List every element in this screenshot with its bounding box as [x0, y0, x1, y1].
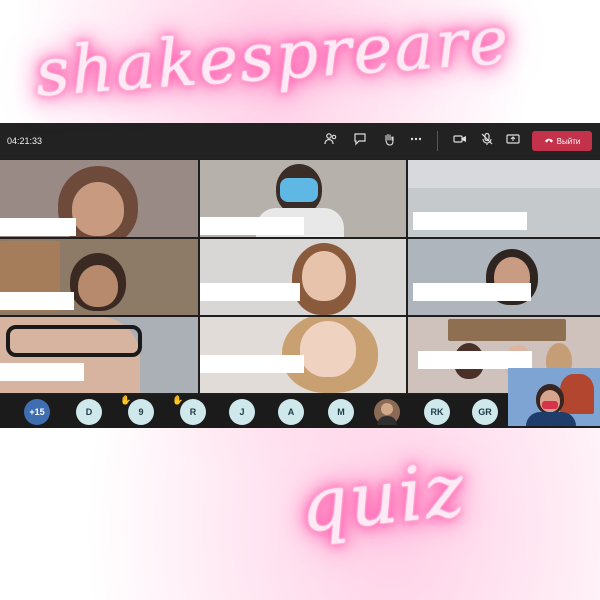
more-participants-button[interactable]: +15	[24, 399, 50, 425]
video-meeting-window: 04:21:33 Выйти +15 D ✋ 9 ✋ R J A M RK GR	[0, 123, 600, 428]
video-tile	[408, 160, 600, 237]
participant-photo-avatar[interactable]	[374, 399, 400, 425]
participant-avatar[interactable]: D	[76, 399, 102, 425]
overlay-subtitle: quiz	[295, 446, 470, 550]
avatar-photo-icon	[377, 403, 397, 425]
video-tile	[200, 160, 406, 237]
toolbar-divider	[437, 131, 438, 151]
participants-icon[interactable]	[323, 131, 339, 147]
name-label-redacted	[0, 292, 74, 310]
participant-face	[300, 321, 356, 377]
video-tile	[200, 239, 406, 315]
name-label-redacted	[418, 351, 532, 369]
video-tile	[408, 239, 600, 315]
more-icon[interactable]	[408, 131, 424, 147]
name-label-redacted	[0, 218, 76, 236]
name-label-redacted	[200, 355, 304, 373]
leave-button[interactable]: Выйти	[532, 131, 592, 151]
participant-avatar[interactable]: M	[328, 399, 354, 425]
face-mask	[280, 178, 318, 202]
mic-muted-icon[interactable]	[479, 131, 495, 147]
name-label-redacted	[413, 212, 527, 230]
participant-face	[302, 251, 346, 301]
name-label-redacted	[0, 363, 84, 381]
name-label-redacted	[413, 283, 531, 301]
participant-avatar[interactable]: 9	[128, 399, 154, 425]
participant-avatar[interactable]: A	[278, 399, 304, 425]
phone-hangup-icon	[544, 136, 554, 146]
video-tile	[0, 160, 198, 237]
meeting-timer: 04:21:33	[7, 136, 43, 146]
chat-icon[interactable]	[352, 131, 368, 147]
leave-label: Выйти	[556, 136, 581, 146]
name-label-redacted	[200, 217, 304, 235]
raise-hand-icon[interactable]	[381, 131, 397, 147]
participant-avatar[interactable]: RK	[424, 399, 450, 425]
wall-pictures	[448, 319, 566, 341]
background-cathedral	[560, 374, 594, 414]
face-mask	[542, 401, 558, 409]
participant-face	[72, 182, 124, 236]
participant-avatar[interactable]: R	[180, 399, 206, 425]
name-label-redacted	[200, 283, 300, 301]
participant-avatar[interactable]: J	[229, 399, 255, 425]
video-tile	[0, 239, 198, 315]
participant-face	[78, 265, 118, 307]
video-tile	[200, 317, 406, 393]
camera-icon[interactable]	[452, 131, 468, 147]
participant-avatar[interactable]: GR	[472, 399, 498, 425]
self-view-video	[508, 368, 600, 426]
meeting-toolbar: 04:21:33 Выйти	[0, 123, 600, 159]
eyeglasses	[6, 325, 142, 357]
participant-shirt	[526, 412, 576, 426]
share-screen-icon[interactable]	[505, 131, 521, 147]
video-tile	[0, 317, 198, 393]
